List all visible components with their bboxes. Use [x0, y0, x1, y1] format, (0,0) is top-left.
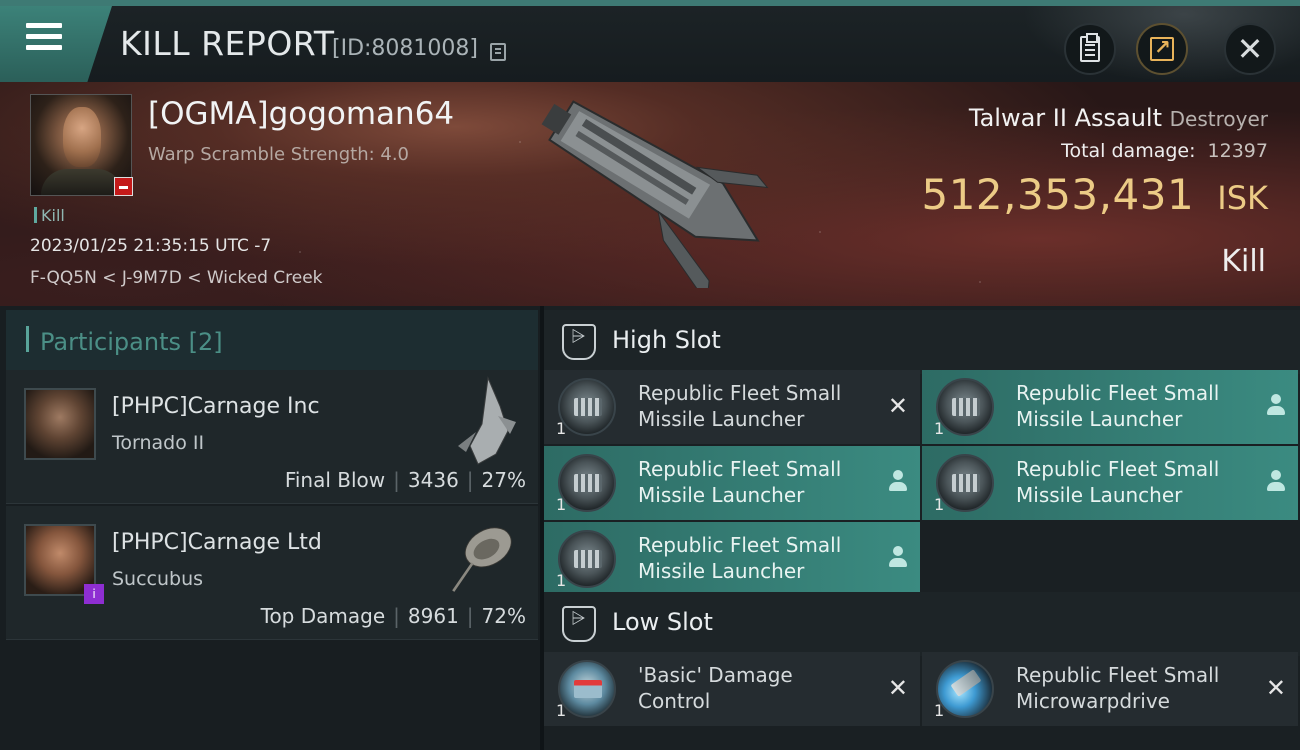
kill-location[interactable]: F-QQ5N < J-9M7D < Wicked Creek: [30, 268, 323, 288]
participant-role: Final Blow: [284, 468, 386, 492]
dropped-person-icon: [888, 470, 908, 494]
kill-summary: [OGMA]gogoman64 Warp Scramble Strength: …: [0, 82, 1300, 306]
module-item[interactable]: 1 Republic Fleet Small Missile Launcher: [922, 370, 1298, 444]
missile-launcher-icon: [558, 454, 616, 512]
copy-icon[interactable]: [490, 43, 506, 61]
module-name: Republic Fleet Small Missile Launcher: [638, 457, 842, 507]
clipboard-icon: [1080, 33, 1100, 62]
kill-tag: Kill: [34, 206, 65, 225]
module-item[interactable]: 1 Republic Fleet Small Missile Launcher …: [544, 370, 920, 444]
isk-unit: ISK: [1217, 179, 1268, 217]
page-title: KILL REPORT: [120, 24, 335, 63]
close-icon: ✕: [1236, 30, 1264, 68]
participants-panel: Participants [2] [PHPC]Carnage Inc Torna…: [0, 306, 540, 750]
missile-launcher-icon: [936, 378, 994, 436]
menu-button[interactable]: [0, 6, 112, 82]
victim-name[interactable]: [OGMA]gogoman64: [148, 96, 454, 132]
kill-timestamp: 2023/01/25 21:35:15 UTC -7: [30, 236, 272, 256]
total-damage-label: Total damage:: [1061, 140, 1196, 162]
isk-value-row: 512,353,431 ISK: [921, 170, 1268, 219]
participant-ship: Succubus: [112, 568, 204, 590]
high-slot-label: High Slot: [612, 326, 721, 354]
module-name: Republic Fleet Small Missile Launcher: [638, 533, 842, 583]
report-id: [ID:8081008]: [332, 36, 478, 61]
ship-class: Destroyer: [1169, 107, 1268, 131]
participant-stats: Top Damage | 8961 | 72%: [260, 604, 526, 628]
participant-percent: 72%: [481, 604, 526, 628]
participant-ship-image: [452, 527, 512, 592]
fitting-panel: High Slot 1 Republic Fleet Small Missile…: [544, 306, 1300, 750]
close-button[interactable]: ✕: [1224, 23, 1276, 75]
participant-damage: 8961: [407, 604, 459, 628]
dropped-person-icon: [1266, 394, 1286, 418]
victim-ship-image[interactable]: [520, 88, 790, 288]
participant-name: [PHPC]Carnage Ltd: [112, 530, 322, 555]
module-item[interactable]: 1 Republic Fleet Small Missile Launcher: [544, 522, 920, 596]
module-quantity: 1: [556, 495, 567, 514]
module-item[interactable]: 1 Republic Fleet Small Microwarpdrive ✕: [922, 652, 1298, 726]
isk-value: 512,353,431: [921, 170, 1195, 219]
total-damage: Total damage: 12397: [1061, 140, 1268, 162]
participant-ship: Tornado II: [112, 432, 205, 454]
missile-launcher-icon: [936, 454, 994, 512]
destroyed-icon: ✕: [1265, 674, 1286, 702]
low-slot-label: Low Slot: [612, 608, 713, 636]
info-badge-icon: i: [84, 584, 104, 604]
participant-role: Top Damage: [260, 604, 386, 628]
hamburger-icon: [26, 23, 62, 53]
top-bar: KILL REPORT [ID:8081008] ✕: [0, 0, 1300, 88]
module-item[interactable]: 1 Republic Fleet Small Missile Launcher: [544, 446, 920, 520]
low-slot-icon: [562, 606, 596, 642]
participant-name: [PHPC]Carnage Inc: [112, 394, 320, 419]
module-quantity: 1: [934, 701, 945, 720]
microwarpdrive-icon: [936, 660, 994, 718]
module-name: 'Basic' Damage Control: [638, 663, 793, 713]
result-label: Kill: [1221, 244, 1266, 279]
participant-card[interactable]: [PHPC]Carnage Inc Tornado II Final Blow |…: [6, 370, 538, 504]
module-name: Republic Fleet Small Missile Launcher: [1016, 457, 1220, 507]
share-button[interactable]: [1136, 23, 1188, 75]
negative-standing-icon: [114, 177, 133, 196]
damage-control-icon: [558, 660, 616, 718]
module-name: Republic Fleet Small Microwarpdrive: [1016, 663, 1220, 713]
participants-title: Participants [2]: [40, 328, 223, 356]
participant-percent: 27%: [481, 468, 526, 492]
share-icon: [1150, 35, 1174, 61]
module-name: Republic Fleet Small Missile Launcher: [1016, 381, 1220, 431]
participant-stats: Final Blow | 3436 | 27%: [284, 468, 526, 492]
high-slot-header: High Slot: [544, 310, 1300, 374]
total-damage-value: 12397: [1207, 140, 1268, 162]
participant-portrait[interactable]: [24, 388, 96, 460]
low-slot-header: Low Slot: [544, 592, 1300, 656]
module-item[interactable]: 1 'Basic' Damage Control ✕: [544, 652, 920, 726]
missile-launcher-icon: [558, 378, 616, 436]
dropped-person-icon: [1266, 470, 1286, 494]
module-quantity: 1: [934, 495, 945, 514]
destroyed-icon: ✕: [887, 392, 908, 420]
participant-card[interactable]: i [PHPC]Carnage Ltd Succubus Top Damage |…: [6, 506, 538, 640]
destroyed-icon: ✕: [887, 674, 908, 702]
participant-ship-image: [458, 376, 516, 465]
participants-header[interactable]: Participants [2]: [6, 310, 538, 370]
participant-damage: 3436: [407, 468, 459, 492]
warp-scramble-strength: Warp Scramble Strength: 4.0: [148, 144, 410, 165]
module-item[interactable]: 1 Republic Fleet Small Missile Launcher: [922, 446, 1298, 520]
missile-launcher-icon: [558, 530, 616, 588]
high-slot-icon: [562, 324, 596, 360]
module-quantity: 1: [934, 419, 945, 438]
clipboard-button[interactable]: [1064, 23, 1116, 75]
module-name: Republic Fleet Small Missile Launcher: [638, 381, 842, 431]
ship-name: Talwar II Assault: [968, 104, 1162, 132]
module-quantity: 1: [556, 419, 567, 438]
victim-ship[interactable]: Talwar II Assault Destroyer: [969, 104, 1268, 132]
module-quantity: 1: [556, 571, 567, 590]
module-quantity: 1: [556, 701, 567, 720]
dropped-person-icon: [888, 546, 908, 570]
participant-portrait[interactable]: i: [24, 524, 104, 604]
